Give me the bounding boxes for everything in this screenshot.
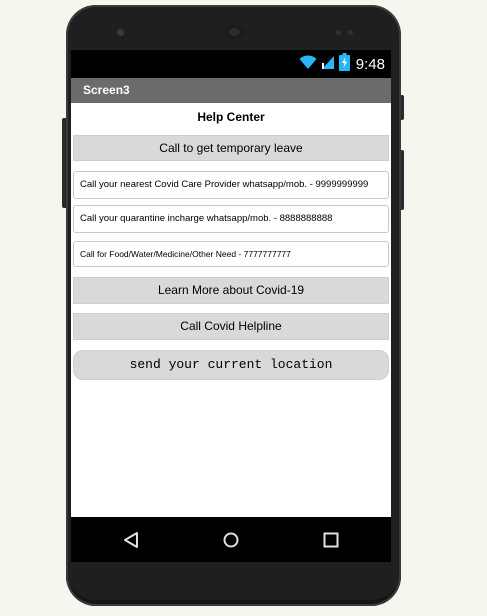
screen-title-bar: Screen3 <box>71 78 391 103</box>
status-time: 9:48 <box>355 55 385 73</box>
temporary-leave-button[interactable]: Call to get temporary leave <box>73 135 389 161</box>
screen-title: Screen3 <box>83 83 130 97</box>
food-medicine-need-field[interactable]: Call for Food/Water/Medicine/Other Need … <box>73 241 389 267</box>
app-screen: Help Center Call to get temporary leave … <box>71 103 391 517</box>
sensor <box>348 30 353 35</box>
front-camera <box>117 29 124 36</box>
earpiece-speaker <box>225 25 243 39</box>
wifi-icon <box>299 54 317 75</box>
recents-icon[interactable] <box>321 530 341 550</box>
send-location-button[interactable]: send your current location <box>73 350 389 380</box>
signal-icon <box>321 54 335 75</box>
covid-helpline-button[interactable]: Call Covid Helpline <box>73 313 389 340</box>
battery-icon <box>338 52 350 76</box>
learn-more-covid-button[interactable]: Learn More about Covid-19 <box>73 277 389 304</box>
page-title: Help Center <box>197 110 265 124</box>
home-icon[interactable] <box>221 530 241 550</box>
quarantine-incharge-field[interactable]: Call your quarantine incharge whatsapp/m… <box>73 205 389 233</box>
back-icon[interactable] <box>121 530 141 550</box>
covid-care-provider-field[interactable]: Call your nearest Covid Care Provider wh… <box>73 171 389 199</box>
navigation-bar <box>71 517 391 562</box>
sensor <box>336 30 341 35</box>
status-bar: 9:48 <box>71 50 391 78</box>
